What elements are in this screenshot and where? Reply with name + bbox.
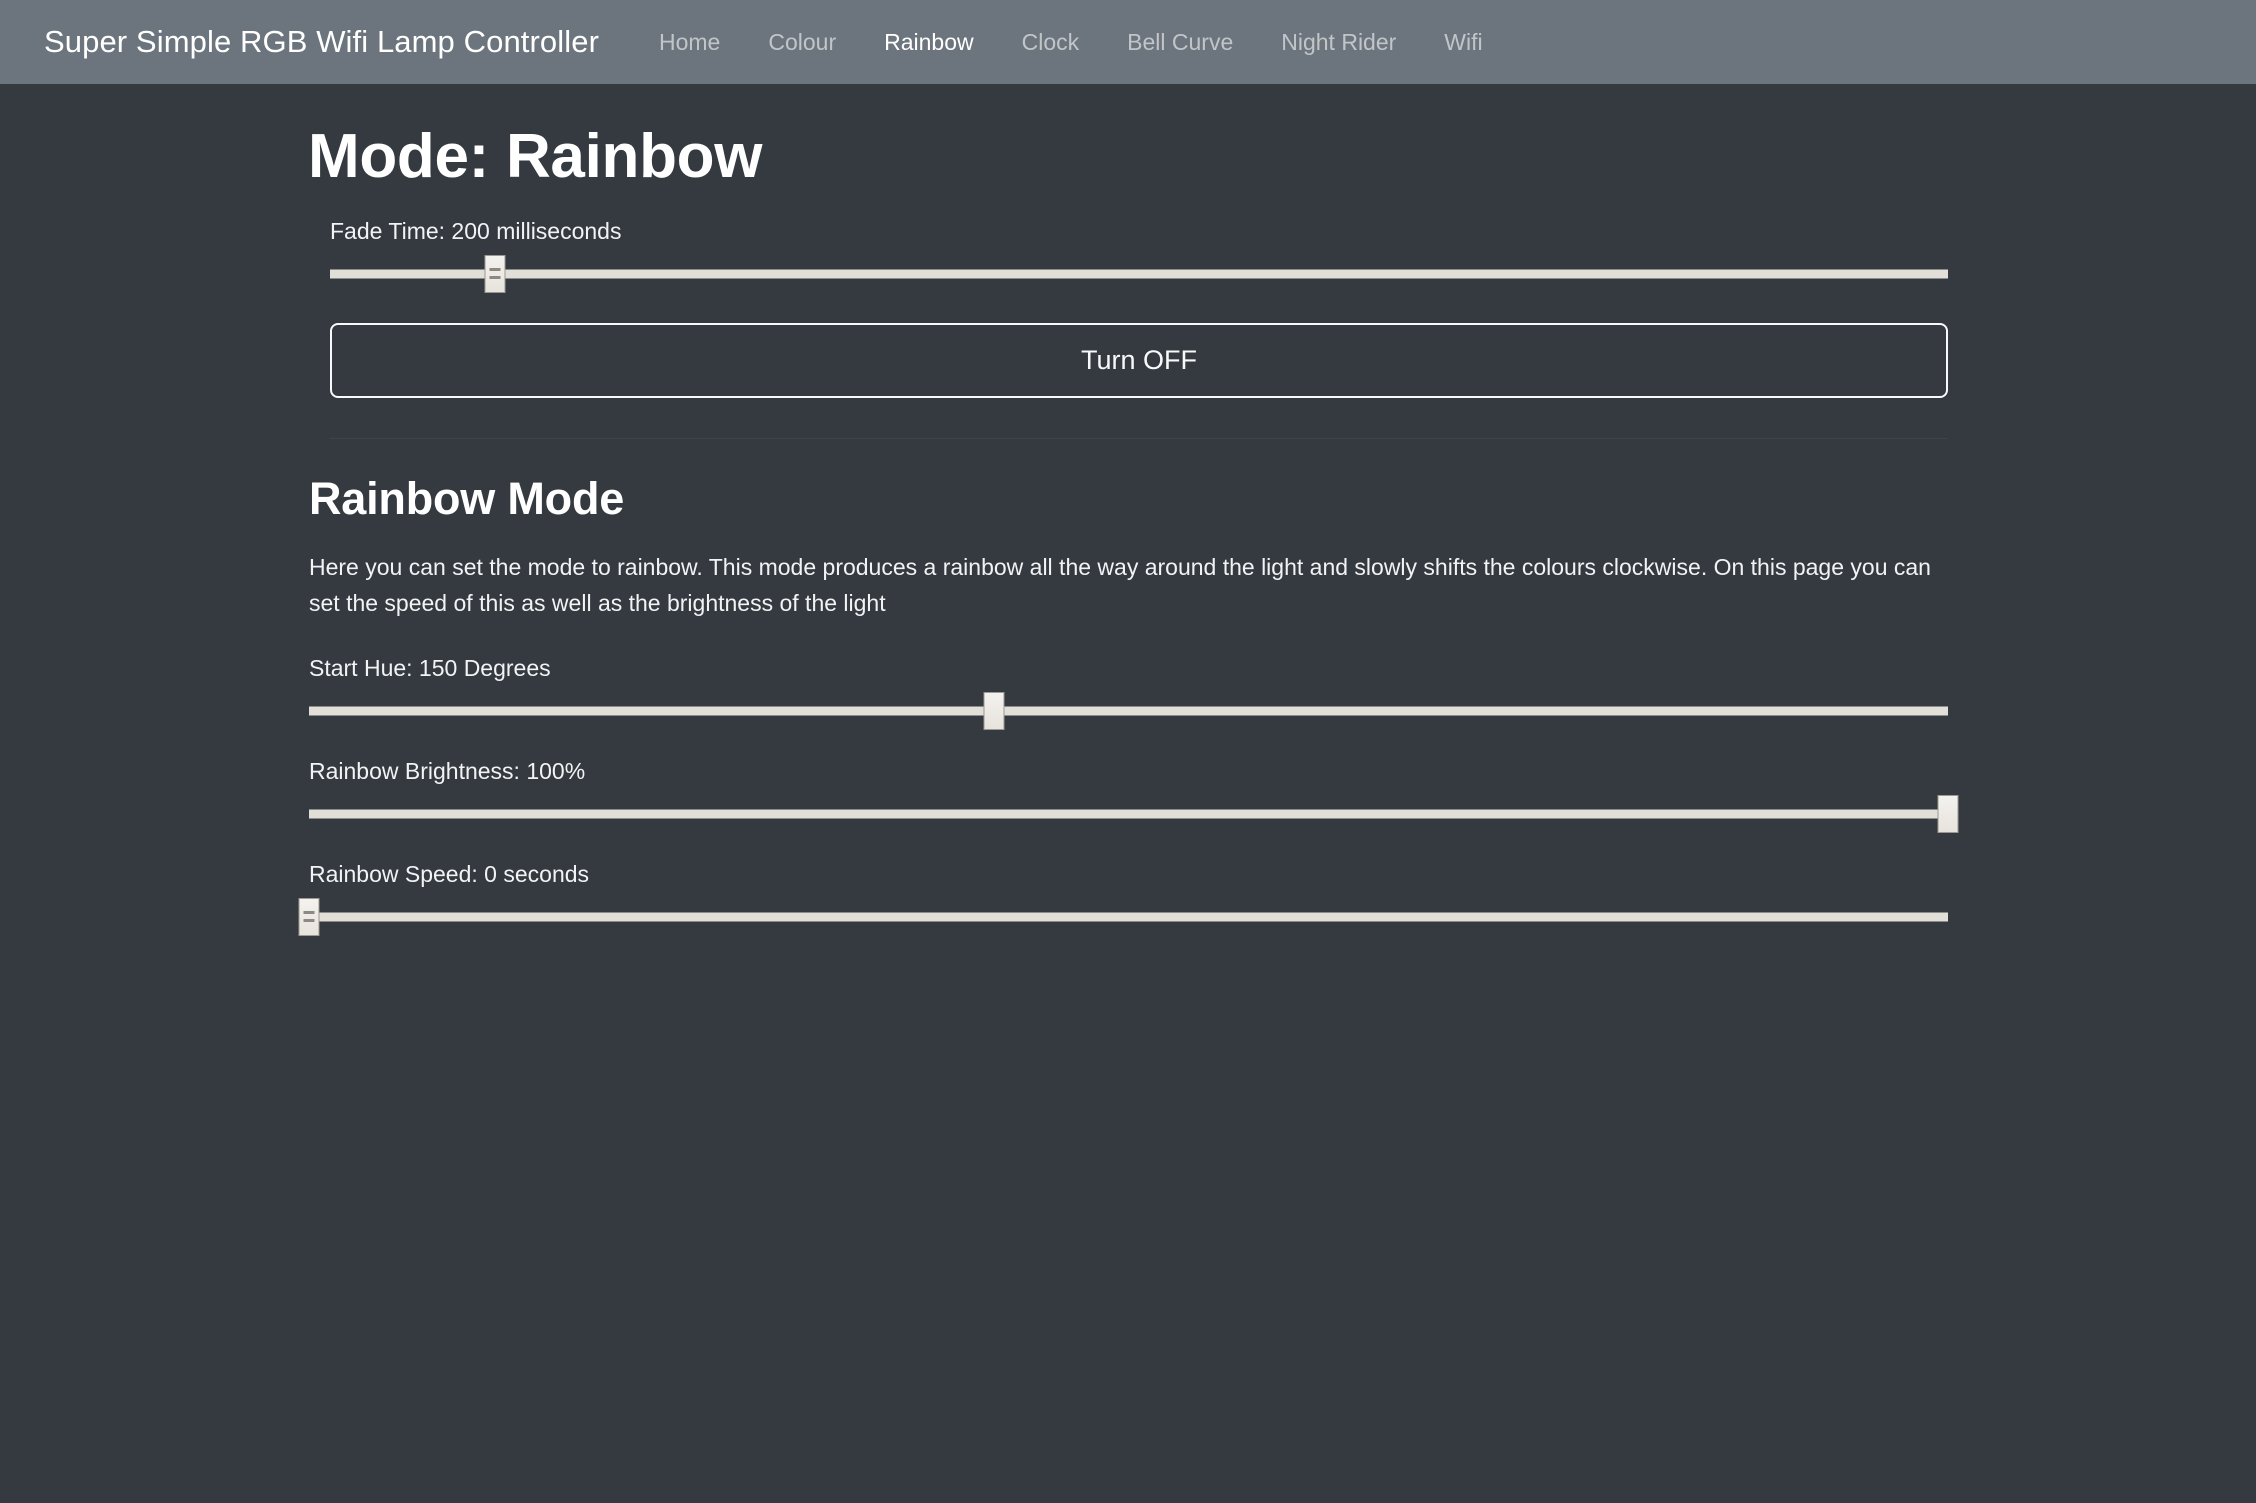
speed-control: Rainbow Speed: 0 seconds [309,861,1948,936]
grip-line-icon [490,268,501,271]
grip-line-icon [304,911,315,914]
speed-slider[interactable] [309,898,1948,936]
rainbow-mode-section: Rainbow Mode Here you can set the mode t… [308,473,1948,936]
start-hue-control: Start Hue: 150 Degrees [309,655,1948,730]
nav-link-colour[interactable]: Colour [744,23,860,62]
primary-nav: Home Colour Rainbow Clock Bell Curve Nig… [635,23,1507,62]
speed-label: Rainbow Speed: 0 seconds [309,861,1948,888]
section-divider [330,438,1948,439]
fade-time-label: Fade Time: 200 milliseconds [330,218,1948,245]
fade-time-slider[interactable] [330,255,1948,293]
brightness-control: Rainbow Brightness: 100% [309,758,1948,833]
speed-slider-thumb[interactable] [299,898,320,936]
nav-link-clock[interactable]: Clock [998,23,1104,62]
fade-time-slider-track[interactable] [330,269,1948,278]
start-hue-label: Start Hue: 150 Degrees [309,655,1948,682]
nav-link-home[interactable]: Home [635,23,744,62]
grip-line-icon [304,919,315,922]
page-container: Mode: Rainbow Fade Time: 200 millisecond… [308,84,1948,936]
grip-line-icon [490,276,501,279]
brightness-label: Rainbow Brightness: 100% [309,758,1948,785]
fade-time-slider-thumb[interactable] [485,255,506,293]
start-hue-slider-track[interactable] [309,706,1948,715]
speed-slider-track[interactable] [309,912,1948,921]
section-description: Here you can set the mode to rainbow. Th… [309,549,1934,621]
section-title: Rainbow Mode [309,473,1948,525]
start-hue-slider-thumb[interactable] [984,692,1005,730]
nav-link-bell-curve[interactable]: Bell Curve [1103,23,1257,62]
turn-off-button[interactable]: Turn OFF [330,323,1948,398]
nav-link-rainbow[interactable]: Rainbow [860,23,998,62]
brightness-slider[interactable] [309,795,1948,833]
brightness-slider-track[interactable] [309,809,1948,818]
app-brand-title: Super Simple RGB Wifi Lamp Controller [44,24,599,60]
page-title: Mode: Rainbow [308,118,1948,196]
mode-controls-block: Fade Time: 200 milliseconds Turn OFF [308,218,1948,439]
start-hue-slider[interactable] [309,692,1948,730]
brightness-slider-thumb[interactable] [1938,795,1959,833]
nav-link-wifi[interactable]: Wifi [1420,23,1506,62]
top-navbar: Super Simple RGB Wifi Lamp Controller Ho… [0,0,2256,84]
nav-link-night-rider[interactable]: Night Rider [1257,23,1420,62]
